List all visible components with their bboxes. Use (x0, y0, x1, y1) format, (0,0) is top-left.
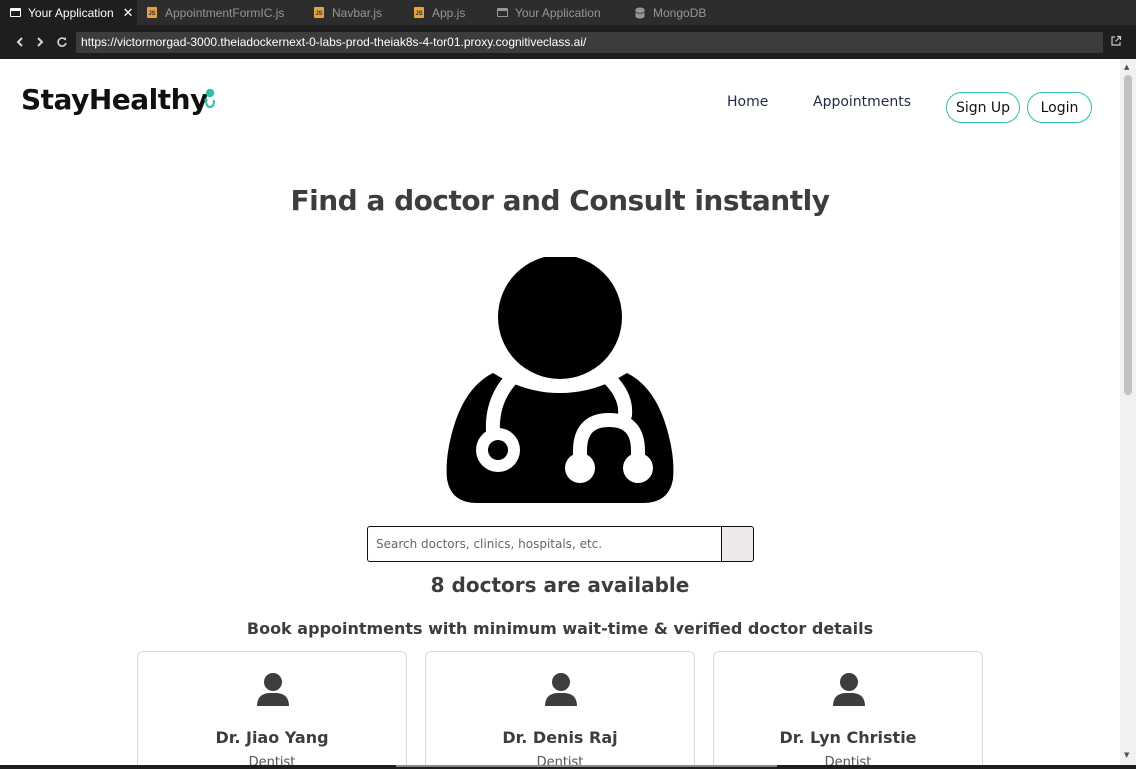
tab-label: MongoDB (653, 5, 707, 20)
doctor-name: Dr. Denis Raj (502, 728, 618, 747)
tab-appointmentformic[interactable]: JS AppointmentFormIC.js (137, 0, 304, 25)
nav-appointments-link[interactable]: Appointments (813, 94, 911, 110)
address-bar: https://victormorgad-3000.theiadockernex… (0, 25, 1136, 59)
tab-mongodb[interactable]: MongoDB (625, 0, 731, 25)
login-button[interactable]: Login (1027, 92, 1092, 123)
database-icon (633, 6, 647, 20)
back-icon[interactable] (13, 34, 27, 50)
reload-icon[interactable] (55, 34, 69, 50)
tab-app-js[interactable]: JS App.js (404, 0, 487, 25)
doctor-avatar-icon (257, 673, 289, 706)
horizontal-scrollbar[interactable] (0, 765, 1136, 769)
doctor-card[interactable]: Dr. Lyn Christie Dentist (713, 651, 983, 765)
logo-text[interactable]: StayHealthy (21, 83, 208, 116)
tab-label: App.js (432, 5, 466, 20)
doctor-avatar-icon (833, 673, 865, 706)
search-input[interactable] (367, 526, 722, 562)
tab-label: AppointmentFormIC.js (165, 5, 285, 20)
doctors-available-count: 8 doctors are available (430, 573, 690, 597)
window-icon (495, 6, 509, 20)
doctor-name: Dr. Lyn Christie (779, 728, 917, 747)
doctor-name: Dr. Jiao Yang (215, 728, 329, 747)
horizontal-scrollbar-thumb[interactable] (396, 765, 777, 767)
tab-label: Your Application (28, 5, 114, 20)
doctor-icon (446, 257, 674, 503)
tab-navbar-js[interactable]: JS Navbar.js (304, 0, 404, 25)
doctor-speciality: Dentist (824, 755, 872, 765)
nav-home-link[interactable]: Home (727, 94, 768, 110)
browser-tab-bar: Your Application ✕ JS AppointmentFormIC.… (0, 0, 1136, 25)
doctor-speciality: Dentist (248, 755, 296, 765)
tab-your-application[interactable]: Your Application ✕ (0, 0, 137, 25)
sign-up-button[interactable]: Sign Up (946, 92, 1020, 123)
scroll-up-icon[interactable]: ▲ (1124, 63, 1129, 71)
section-subtitle: Book appointments with minimum wait-time… (246, 619, 874, 638)
js-file-icon: JS (412, 6, 426, 20)
tab-label: Navbar.js (332, 5, 383, 20)
open-external-icon[interactable] (1110, 35, 1122, 47)
tab-label: Your Application (515, 5, 601, 20)
tab-your-application-2[interactable]: Your Application (487, 0, 625, 25)
doctor-speciality: Dentist (536, 755, 584, 765)
close-icon[interactable]: ✕ (123, 5, 134, 21)
stethoscope-logo-icon (204, 88, 215, 109)
scrollbar-thumb[interactable] (1124, 75, 1132, 395)
doctor-card[interactable]: Dr. Denis Raj Dentist (425, 651, 695, 765)
js-file-icon: JS (145, 6, 159, 20)
page-title: Find a doctor and Consult instantly (290, 184, 830, 217)
doctor-card[interactable]: Dr. Jiao Yang Dentist (137, 651, 407, 765)
search-button[interactable] (721, 526, 754, 562)
scroll-down-icon[interactable]: ▼ (1124, 751, 1129, 759)
window-icon (8, 6, 22, 20)
js-file-icon: JS (312, 6, 326, 20)
doctor-avatar-icon (545, 673, 577, 706)
forward-icon[interactable] (33, 34, 47, 50)
page-viewport: StayHealthy Home Appointments Sign Up Lo… (0, 59, 1136, 765)
vertical-scrollbar[interactable]: ▲ ▼ (1120, 59, 1136, 765)
url-input[interactable]: https://victormorgad-3000.theiadockernex… (76, 32, 1103, 53)
